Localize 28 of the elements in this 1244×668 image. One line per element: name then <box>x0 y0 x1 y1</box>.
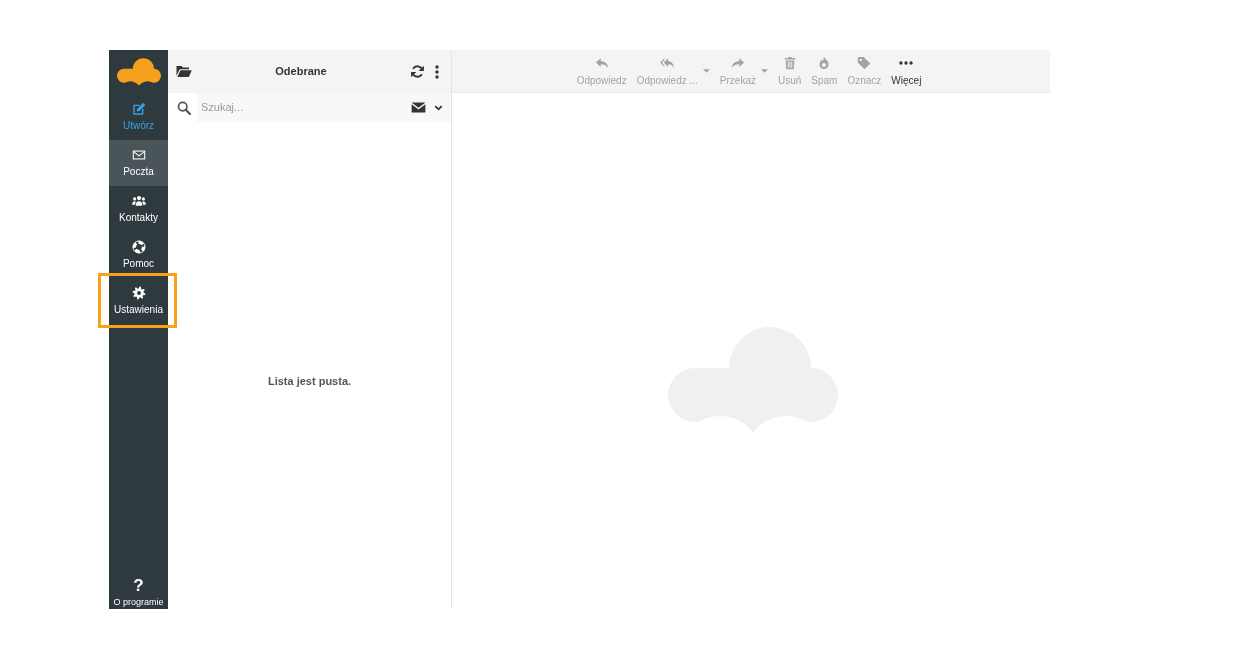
flame-icon <box>817 55 832 70</box>
edit-icon <box>131 102 146 116</box>
filter-dropdown[interactable] <box>407 93 451 122</box>
folder-icon[interactable] <box>176 65 192 78</box>
kebab-menu-icon[interactable] <box>435 64 439 79</box>
gear-icon <box>131 286 146 300</box>
envelope-icon <box>411 102 426 113</box>
search-field[interactable]: Szukaj... <box>197 93 407 122</box>
trash-icon <box>782 55 797 70</box>
sidebar-item[interactable]: Pomoc <box>109 232 168 278</box>
about-button[interactable]: ? O programie <box>109 577 168 609</box>
cloud-logo <box>116 58 161 86</box>
search-icon <box>177 100 191 115</box>
empty-list-message: Lista jest pusta. <box>267 374 352 390</box>
life-ring-icon <box>131 240 146 254</box>
folder-title: Odebrane <box>274 64 328 80</box>
users-icon <box>131 194 146 208</box>
sidebar-item[interactable]: Poczta <box>109 140 168 186</box>
toolbar-button[interactable]: Więcej <box>891 55 922 87</box>
chevron-down-icon <box>434 104 443 111</box>
tag-icon <box>857 55 872 70</box>
forward-icon <box>730 55 745 70</box>
refresh-icon[interactable] <box>410 64 425 79</box>
sidebar-item[interactable]: Kontakty <box>109 186 168 232</box>
reply-icon <box>594 55 609 70</box>
envelope-icon <box>131 148 146 162</box>
sidebar-item[interactable]: Utwórz <box>109 94 168 140</box>
sidebar-item[interactable]: Ustawienia <box>109 278 168 324</box>
